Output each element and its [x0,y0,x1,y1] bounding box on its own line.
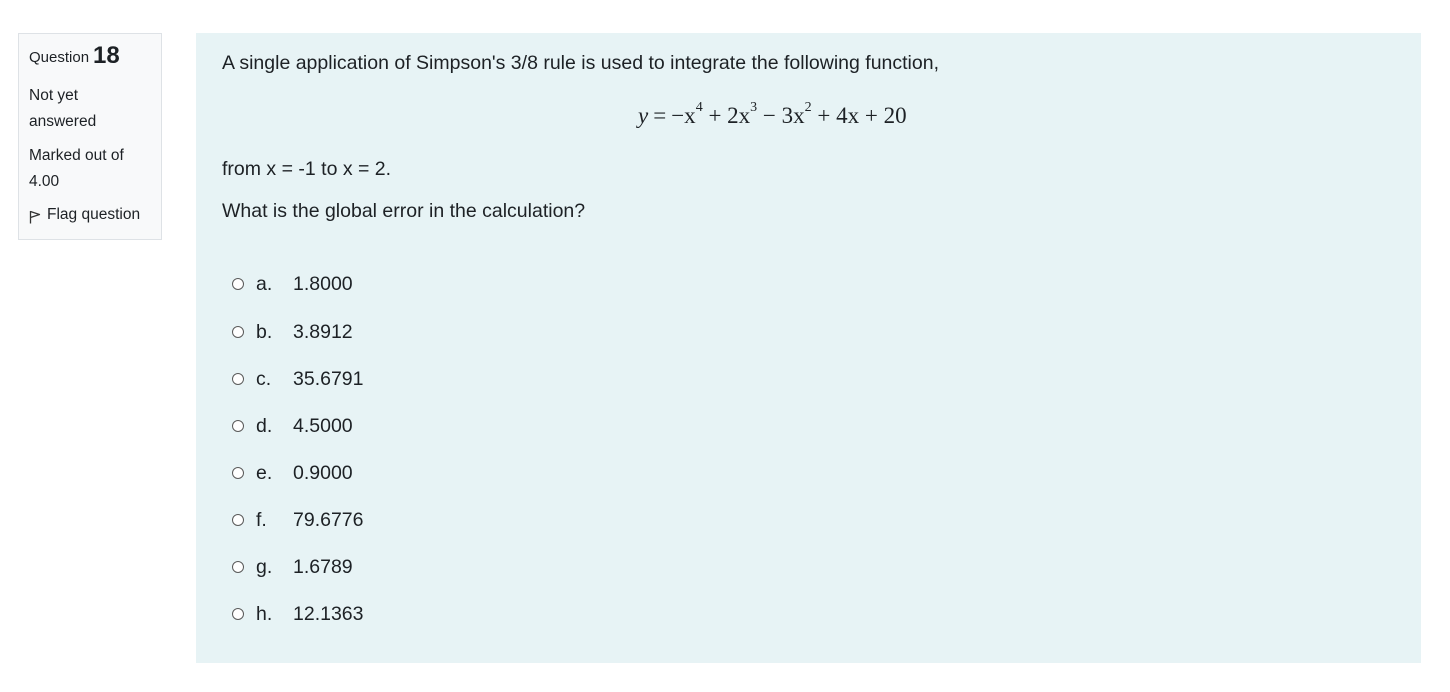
answer-radio[interactable] [232,561,244,573]
answer-radio[interactable] [232,514,244,526]
answer-letter: c. [256,367,272,390]
answer-option-e[interactable]: e. 0.9000 [232,458,353,488]
question-intro: A single application of Simpson's 3/8 ru… [222,52,939,74]
equation-term-2: + 2x [708,103,751,128]
answer-radio[interactable] [232,420,244,432]
answer-value: 12.1363 [293,602,364,625]
answer-radio[interactable] [232,467,244,479]
equation-term-1: −x [671,103,696,128]
question-label: Question [29,49,90,66]
answer-option-g[interactable]: g. 1.6789 [232,552,353,582]
answer-letter: g. [256,555,273,578]
answer-value: 4.5000 [293,414,353,437]
answer-letter: d. [256,414,273,437]
answer-option-a[interactable]: a. 1.8000 [232,269,353,299]
answer-option-b[interactable]: b. 3.8912 [232,317,353,347]
equation-lhs: y [638,103,649,128]
flag-question-label: Flag question [47,206,141,223]
answer-value: 1.6789 [293,555,353,578]
equation-exponent-2: 3 [750,100,758,116]
question-number-value: 18 [93,42,120,69]
question-range: from x = -1 to x = 2. [222,158,392,180]
answer-value: 3.8912 [293,320,353,343]
answer-letter: a. [256,272,273,295]
question-grade: Marked out of 4.00 [29,147,124,190]
question-state: Not yet answered [29,87,97,130]
answer-letter: h. [256,602,273,625]
answer-value: 35.6791 [293,367,364,390]
answer-option-f[interactable]: f. 79.6776 [232,505,364,535]
equation-exponent-1: 4 [695,100,703,116]
question-content: A single application of Simpson's 3/8 ru… [196,33,1421,663]
question-number: Question 18 [29,40,151,73]
equation-term-4: + 4x + 20 [817,103,907,128]
equation: y = −x4 + 2x3 − 3x2 + 4x + 20 [638,100,907,128]
answer-letter: e. [256,461,273,484]
answer-option-d[interactable]: d. 4.5000 [232,411,353,441]
answer-option-c[interactable]: c. 35.6791 [232,364,364,394]
answer-radio[interactable] [232,608,244,620]
question-info-panel: Question 18 Not yet answered Marked out o… [18,33,162,240]
flag-question-button[interactable]: Flag question [29,205,151,225]
answer-radio[interactable] [232,373,244,385]
answer-value: 0.9000 [293,461,353,484]
flag-icon [29,210,41,224]
answer-option-h[interactable]: h. 12.1363 [232,599,364,629]
question-prompt: What is the global error in the calculat… [222,200,586,222]
answer-value: 79.6776 [293,508,364,531]
equation-exponent-3: 2 [804,100,812,116]
answer-value: 1.8000 [293,272,353,295]
equation-term-3: − 3x [762,103,805,128]
answer-letter: f. [256,508,267,531]
answer-radio[interactable] [232,278,244,290]
answer-radio[interactable] [232,326,244,338]
answer-letter: b. [256,320,273,343]
